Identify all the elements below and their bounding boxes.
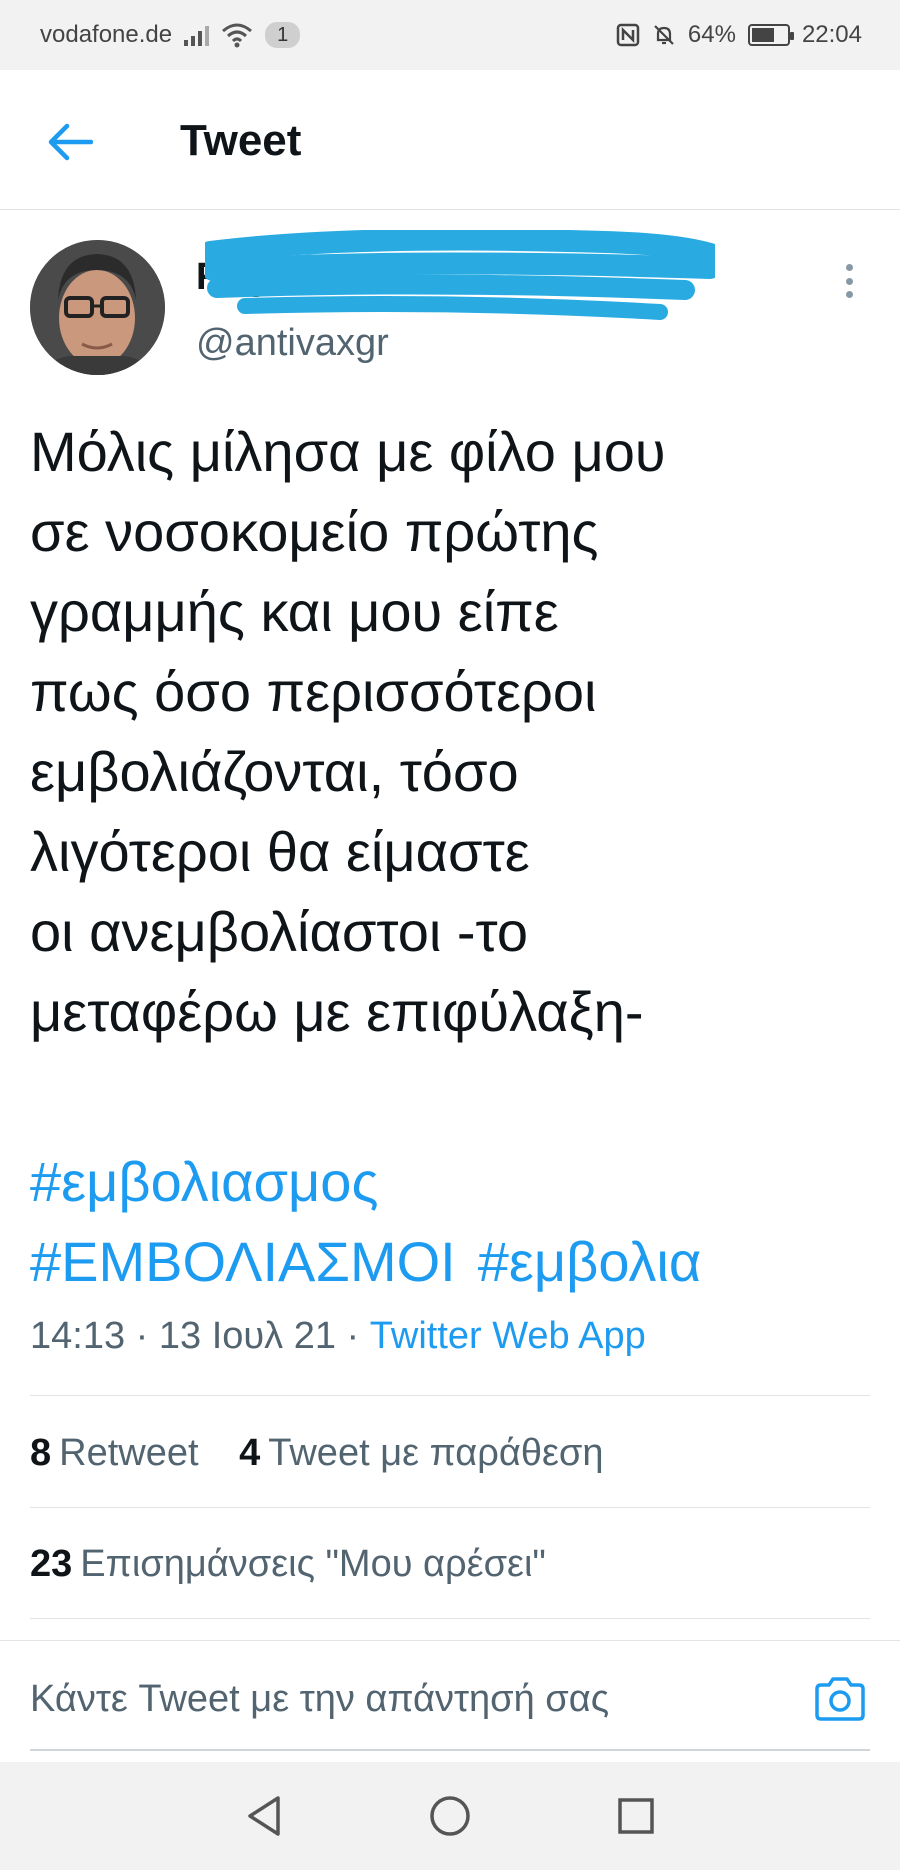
author-handle[interactable]: @antivaxgr xyxy=(196,322,389,365)
mute-bell-icon xyxy=(654,25,674,45)
retweets-link[interactable]: 8 Retweet xyxy=(30,1432,199,1474)
system-navigation-bar xyxy=(0,1762,900,1870)
retweets-label: Retweet xyxy=(59,1432,199,1474)
more-vertical-icon xyxy=(845,264,853,271)
square-recents-icon xyxy=(618,1798,654,1834)
avatar-photo xyxy=(30,240,165,375)
hashtag-link[interactable]: #εμβολιασμος xyxy=(30,1150,378,1213)
tweet-timestamp: 14:13 · 13 Ιουλ 21 · xyxy=(30,1315,370,1357)
nav-recents-button[interactable] xyxy=(613,1793,659,1839)
tweet-text-line: λιγότεροι θα είμαστε xyxy=(30,820,530,883)
tweet-text-line: πως όσο περισσότεροι xyxy=(30,660,597,723)
divider xyxy=(30,1507,870,1508)
page-title: Tweet xyxy=(180,116,302,165)
tweet-text-line: μεταφέρω με επιφύλαξη- xyxy=(30,980,644,1043)
triangle-back-icon xyxy=(248,1796,280,1836)
status-bar: vodafone.de 1 64% 22:04 xyxy=(0,0,900,70)
circle-home-icon xyxy=(430,1796,470,1836)
wifi-icon xyxy=(222,23,253,48)
tweet-text-line: Μόλις μίλησα με φίλο μου xyxy=(30,420,666,483)
source-app-link[interactable]: Twitter Web App xyxy=(370,1315,646,1357)
tweet-text-line: γραμμής και μου είπε xyxy=(30,580,559,643)
clock: 22:04 xyxy=(801,21,862,48)
likes-count: 23 xyxy=(30,1543,73,1585)
tweet-meta: 14:13 · 13 Ιουλ 21 · Twitter Web App xyxy=(30,1315,646,1358)
back-button[interactable] xyxy=(45,117,95,167)
top-app-bar: Tweet xyxy=(0,70,900,210)
reply-underline xyxy=(30,1749,870,1751)
retweets-count: 8 xyxy=(30,1432,52,1474)
reply-input[interactable]: Κάντε Tweet με την απάντησή σας xyxy=(30,1678,609,1721)
likes-stats-row: 23 Επισημάνσεις "Μου αρέσει" xyxy=(30,1543,576,1586)
tweet-text: Μόλις μίλησα με φίλο μου σε νοσοκομείο π… xyxy=(30,412,880,1052)
redaction-scribble xyxy=(205,230,715,320)
hashtags: #εμβολιασμος #ΕΜΒΟΛΙΑΣΜΟΙ #εμβολια xyxy=(30,1142,880,1302)
divider xyxy=(30,1618,870,1619)
camera-button[interactable] xyxy=(813,1675,867,1723)
status-bar-left: vodafone.de 1 xyxy=(40,21,301,49)
hashtag-link[interactable]: #εμβολια xyxy=(478,1230,701,1293)
battery-icon xyxy=(747,24,794,46)
likes-link[interactable]: 23 Επισημάνσεις "Μου αρέσει" xyxy=(30,1543,546,1585)
divider xyxy=(30,1395,870,1396)
retweet-stats-row: 8 Retweet 4 Tweet με παράθεση xyxy=(30,1432,633,1475)
quote-tweets-link[interactable]: 4 Tweet με παράθεση xyxy=(239,1432,603,1474)
nfc-icon xyxy=(616,23,640,47)
hashtag-link[interactable]: #ΕΜΒΟΛΙΑΣΜΟΙ xyxy=(30,1230,456,1293)
camera-icon xyxy=(815,1677,865,1721)
likes-label: Επισημάνσεις "Μου αρέσει" xyxy=(80,1543,546,1585)
nav-home-button[interactable] xyxy=(427,1793,473,1839)
tweet-text-line: σε νοσοκομείο πρώτης xyxy=(30,500,599,563)
quotes-count: 4 xyxy=(239,1432,261,1474)
battery-percent: 64% xyxy=(687,21,736,48)
avatar[interactable] xyxy=(30,240,165,375)
arrow-left-icon xyxy=(48,123,93,161)
reply-bar: Κάντε Tweet με την απάντησή σας xyxy=(0,1640,900,1760)
signal-icon xyxy=(184,24,210,46)
tweet-text-line: εμβολιάζονται, τόσο xyxy=(30,740,519,803)
quotes-label: Tweet με παράθεση xyxy=(268,1432,604,1474)
nav-back-button[interactable] xyxy=(241,1793,287,1839)
sim-badge: 1 xyxy=(265,22,301,48)
carrier-name: vodafone.de xyxy=(40,21,173,48)
more-options-button[interactable] xyxy=(836,258,862,304)
tweet-text-line: οι ανεμβολίαστοι -το xyxy=(30,900,529,963)
status-bar-right: 64% 22:04 xyxy=(616,21,862,49)
